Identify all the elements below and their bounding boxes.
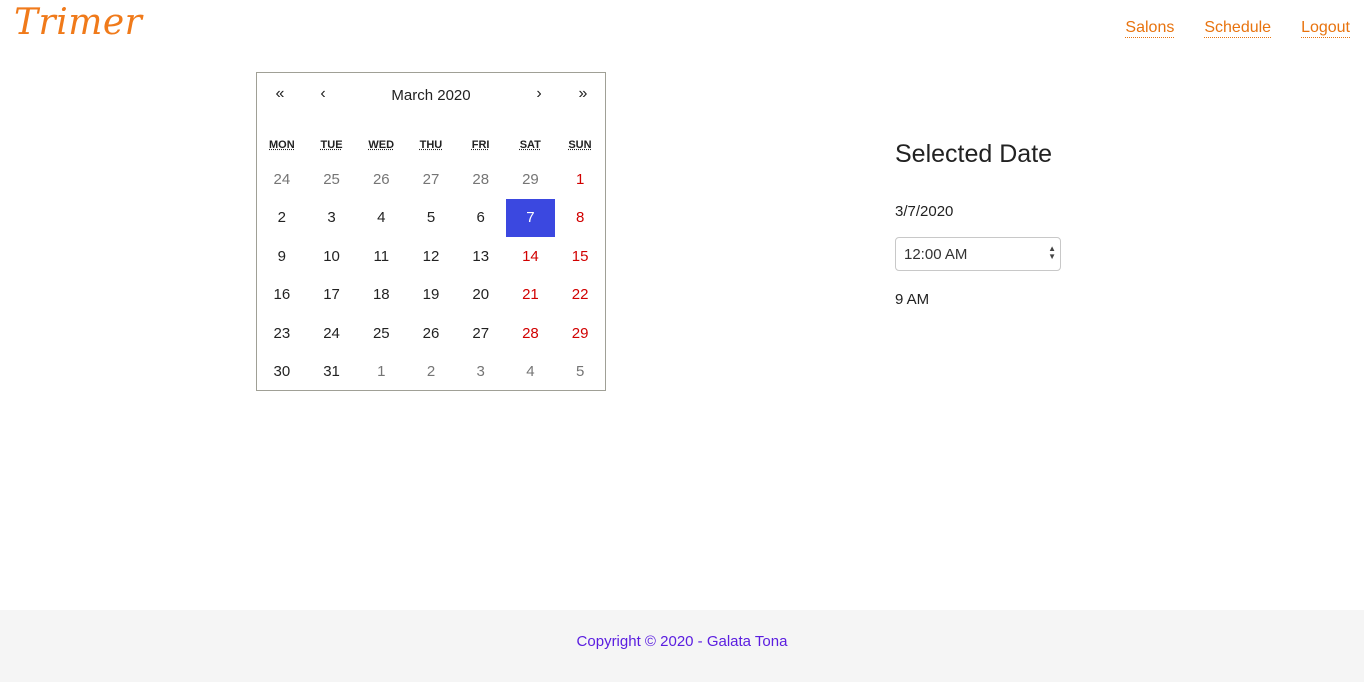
calendar-day[interactable]: 28 xyxy=(456,160,506,199)
calendar-day[interactable]: 4 xyxy=(356,199,406,238)
calendar-days-grid: 24 25 26 27 28 29 1 2 3 4 5 6 7 8 9 10 11 12 13 14 15 16 17 18 1… xyxy=(257,160,605,391)
calendar-day[interactable]: 19 xyxy=(406,276,456,315)
calendar-day[interactable]: 8 xyxy=(555,199,605,238)
calendar-day[interactable]: 3 xyxy=(307,199,357,238)
calendar-day[interactable]: 27 xyxy=(406,160,456,199)
calendar-day[interactable]: 25 xyxy=(356,314,406,353)
calendar-day[interactable]: 3 xyxy=(456,353,506,392)
calendar-day[interactable]: 18 xyxy=(356,276,406,315)
weekday-label: SAT xyxy=(519,139,541,151)
nav-link-schedule[interactable]: Schedule xyxy=(1204,19,1272,38)
calendar-day[interactable]: 2 xyxy=(406,353,456,392)
calendar-day[interactable]: 2 xyxy=(257,199,307,238)
calendar-day[interactable]: 30 xyxy=(257,353,307,392)
calendar-day[interactable]: 31 xyxy=(307,353,357,392)
selected-date-value: 3/7/2020 xyxy=(895,203,954,220)
calendar-day[interactable]: 26 xyxy=(356,160,406,199)
calendar-day[interactable]: 13 xyxy=(456,237,506,276)
calendar-day[interactable]: 10 xyxy=(307,237,357,276)
time-select[interactable]: 12:00 AM ▲ ▼ xyxy=(895,237,1061,271)
weekday-label: SUN xyxy=(568,139,592,151)
top-navbar: Trimer Salons Schedule Logout xyxy=(0,0,1364,56)
calendar-day[interactable]: 1 xyxy=(356,353,406,392)
calendar-day[interactable]: 14 xyxy=(506,237,556,276)
calendar-day[interactable]: 15 xyxy=(555,237,605,276)
calendar-day[interactable]: 24 xyxy=(257,160,307,199)
select-arrows-icon: ▲ ▼ xyxy=(1048,244,1056,261)
calendar-day[interactable]: 11 xyxy=(356,237,406,276)
selected-date-panel: Selected Date 3/7/2020 12:00 AM ▲ ▼ 9 AM xyxy=(895,140,1061,308)
weekday-header: MON TUE WED THU FRI SAT SUN xyxy=(257,139,605,151)
calendar: « ‹ March 2020 › » MON TUE WED THU FRI S… xyxy=(256,72,606,391)
nav-link-salons[interactable]: Salons xyxy=(1125,19,1175,38)
nav-link-logout[interactable]: Logout xyxy=(1301,19,1350,38)
next-month-button[interactable]: › xyxy=(529,85,549,103)
calendar-day[interactable]: 21 xyxy=(506,276,556,315)
calendar-day[interactable]: 29 xyxy=(506,160,556,199)
calendar-day[interactable]: 9 xyxy=(257,237,307,276)
next-year-button[interactable]: » xyxy=(573,85,593,103)
weekday-label: THU xyxy=(419,139,443,151)
time-select-value: 12:00 AM xyxy=(904,246,968,263)
prev-year-button[interactable]: « xyxy=(270,85,290,103)
calendar-day[interactable]: 25 xyxy=(307,160,357,199)
calendar-day[interactable]: 17 xyxy=(307,276,357,315)
weekday-label: MON xyxy=(269,139,295,151)
calendar-day[interactable]: 4 xyxy=(506,353,556,392)
weekday-label: TUE xyxy=(320,139,343,151)
nav-links: Salons Schedule Logout xyxy=(1125,19,1350,38)
calendar-day[interactable]: 5 xyxy=(406,199,456,238)
calendar-day[interactable]: 28 xyxy=(506,314,556,353)
calendar-day[interactable]: 1 xyxy=(555,160,605,199)
calendar-day[interactable]: 5 xyxy=(555,353,605,392)
calendar-day[interactable]: 24 xyxy=(307,314,357,353)
calendar-day[interactable]: 16 xyxy=(257,276,307,315)
calendar-navigation: « ‹ March 2020 › » xyxy=(257,73,605,117)
calendar-day[interactable]: 6 xyxy=(456,199,506,238)
calendar-day[interactable]: 12 xyxy=(406,237,456,276)
copyright-text: Copyright © 2020 - Galata Tona xyxy=(576,633,788,650)
calendar-day[interactable]: 20 xyxy=(456,276,506,315)
calendar-day[interactable]: 29 xyxy=(555,314,605,353)
selected-date-heading: Selected Date xyxy=(895,140,1053,168)
prev-month-button[interactable]: ‹ xyxy=(313,85,333,103)
calendar-day[interactable]: 22 xyxy=(555,276,605,315)
selected-time-value: 9 AM xyxy=(895,291,930,308)
calendar-day-selected[interactable]: 7 xyxy=(505,198,556,237)
logo[interactable]: Trimer xyxy=(14,2,142,43)
calendar-day[interactable]: 23 xyxy=(257,314,307,353)
weekday-label: FRI xyxy=(471,139,490,151)
month-label[interactable]: March 2020 xyxy=(357,87,505,104)
weekday-label: WED xyxy=(368,139,395,151)
calendar-day[interactable]: 27 xyxy=(456,314,506,353)
footer: Copyright © 2020 - Galata Tona xyxy=(0,610,1364,682)
calendar-day[interactable]: 26 xyxy=(406,314,456,353)
